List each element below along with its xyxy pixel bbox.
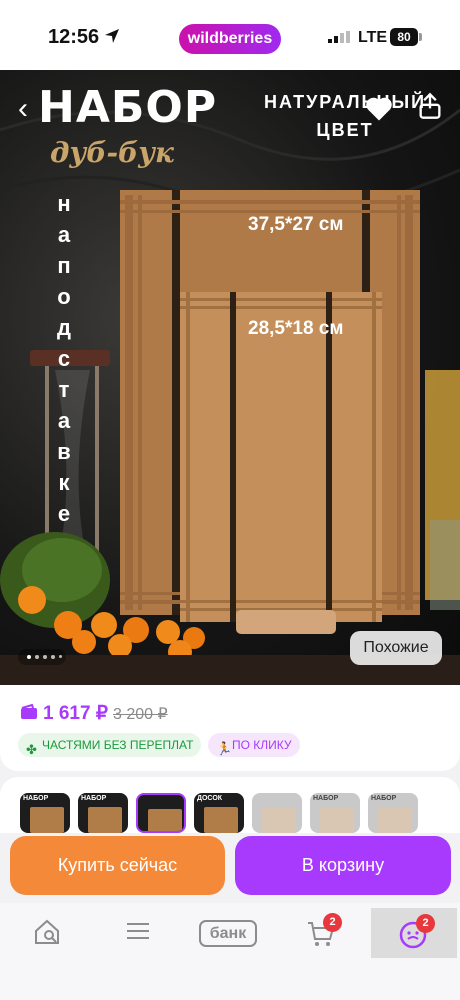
carousel-indicator — [18, 649, 66, 665]
one-click-tag[interactable]: 🏃 ПО КЛИКУ — [208, 733, 300, 757]
network-label: LTE — [358, 29, 388, 46]
carousel-dot — [27, 655, 31, 659]
share-icon[interactable] — [418, 92, 442, 120]
cart-badge: 2 — [323, 913, 342, 932]
buy-now-button[interactable]: Купить сейчас — [10, 836, 225, 895]
thumbnail-selected[interactable] — [136, 793, 186, 833]
running-icon: 🏃 — [216, 741, 233, 756]
brand-logo: wildberries — [179, 24, 281, 54]
status-time: 12:56 — [48, 26, 100, 48]
bottom-navigation: банк 2 2 — [0, 903, 460, 1000]
current-price: 1 617 ₽ — [43, 703, 108, 724]
price-section: 1 617 ₽ 3 200 ₽ ✤ ЧАСТЯМИ БЕЗ ПЕРЕПЛАТ 🏃 П… — [0, 685, 460, 771]
banner-color-label: НАТУРАЛЬНЫЙ ЦВЕТ — [263, 92, 427, 140]
dimension-large: 37,5*27 см — [248, 214, 344, 235]
carousel-dot — [35, 655, 39, 659]
one-click-label: ПО КЛИКУ — [232, 738, 292, 752]
thumbnail[interactable]: НАБОР — [310, 793, 360, 833]
thumbnail-label: НАБОР — [23, 795, 49, 802]
wallet-icon — [21, 704, 37, 719]
product-image[interactable]: ‹ НАБОР дуб-бук НАТУРАЛЬНЫЙ ЦВЕТ наподст… — [0, 70, 460, 685]
dimension-small: 28,5*18 см — [248, 318, 344, 339]
plus-flower-icon: ✤ — [26, 742, 37, 757]
add-to-cart-button[interactable]: В корзину — [235, 836, 451, 895]
thumbnail[interactable]: НАБОР — [20, 793, 70, 833]
thumbnail-label: НАБОР — [313, 795, 339, 802]
location-arrow-icon — [105, 29, 119, 43]
back-button[interactable]: ‹ — [18, 92, 28, 126]
home-search-icon[interactable] — [32, 917, 62, 947]
old-price: 3 200 ₽ — [113, 706, 168, 723]
thumbnail[interactable]: НАБОР — [368, 793, 418, 833]
menu-icon[interactable] — [124, 917, 152, 945]
thumbnail-strip: НАБОР НАБОР ДОСОК НАБОР НАБОР — [0, 777, 460, 833]
installments-tag[interactable]: ✤ ЧАСТЯМИ БЕЗ ПЕРЕПЛАТ — [18, 733, 202, 757]
battery-icon: 80 — [390, 28, 418, 46]
thumbnail-label: НАБОР — [371, 795, 397, 802]
profile-badge: 2 — [416, 914, 435, 933]
battery-cap — [419, 33, 422, 41]
bank-button[interactable]: банк — [199, 920, 257, 947]
similar-button[interactable]: Похожие — [350, 631, 442, 665]
carousel-dot — [59, 655, 62, 658]
banner-vertical-text: наподставке — [57, 191, 71, 526]
thumbnail-label: НАБОР — [81, 795, 107, 802]
installments-label: ЧАСТЯМИ БЕЗ ПЕРЕПЛАТ — [42, 738, 194, 752]
thumbnail[interactable]: ДОСОК — [194, 793, 244, 833]
banner-title: НАБОР — [38, 82, 218, 133]
carousel-dot — [51, 655, 55, 659]
carousel-dot — [43, 655, 47, 659]
signal-icon — [328, 31, 350, 43]
heart-icon[interactable] — [364, 94, 394, 122]
banner-subtitle: дуб-бук — [50, 136, 174, 169]
thumbnail-label: ДОСОК — [197, 795, 223, 802]
thumbnail[interactable] — [252, 793, 302, 833]
status-bar: 12:56 wildberries LTE 80 — [0, 0, 460, 70]
thumbnail[interactable]: НАБОР — [78, 793, 128, 833]
